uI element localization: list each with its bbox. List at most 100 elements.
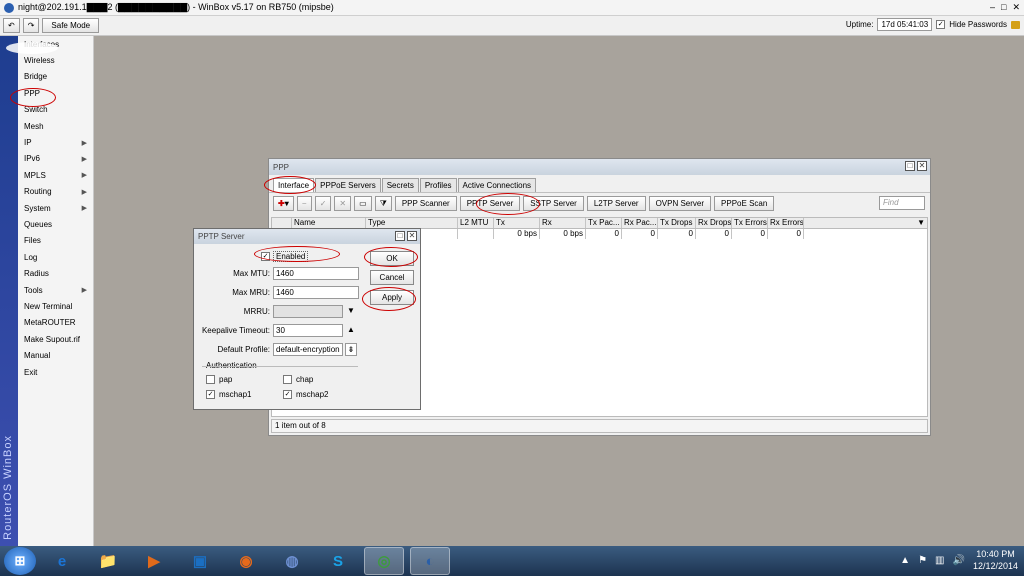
sidebar-item-label: Routing [24,187,52,197]
globe-icon[interactable]: ◍ [272,547,312,575]
sidebar-item-switch[interactable]: Switch [18,102,93,118]
safe-mode-button[interactable]: Safe Mode [42,18,100,33]
brand-text: RouterOS WinBox [2,435,14,540]
column-header-rx-drops[interactable]: Rx Drops [696,218,732,228]
pap-checkbox[interactable] [206,375,215,384]
column-chooser-icon[interactable]: ▼ [915,218,927,228]
ppp-close-button[interactable]: ✕ [917,161,927,171]
sstp-server-button[interactable]: SSTP Server [523,196,584,211]
enabled-checkbox[interactable]: ✓ [261,252,270,261]
max-mtu-field[interactable]: 1460 [273,267,359,280]
chrome-icon[interactable]: ◎ [364,547,404,575]
keepalive-up-icon[interactable]: ▲ [347,325,355,334]
sidebar-item-ppp[interactable]: PPP [18,85,93,101]
comment-icon[interactable]: ▭ [354,196,372,211]
find-input[interactable]: Find [879,196,925,210]
undo-button[interactable]: ↶ [3,18,20,33]
column-header-l2-mtu[interactable]: L2 MTU [458,218,494,228]
cancel-button[interactable]: Cancel [370,270,414,285]
sidebar-item-interfaces[interactable]: Interfaces [18,36,93,52]
column-header-rx[interactable]: Rx [540,218,586,228]
disable-icon[interactable]: ✕ [334,196,352,211]
pptp-maximize-button[interactable]: □ [395,231,405,241]
chevron-right-icon: ▶ [81,287,87,295]
l2tp-server-button[interactable]: L2TP Server [586,196,646,211]
ovpn-server-button[interactable]: OVPN Server [648,196,712,211]
minimize-button[interactable]: – [990,2,995,13]
enable-icon[interactable]: ✓ [314,196,332,211]
skype-icon[interactable]: S [318,547,358,575]
sidebar-item-routing[interactable]: Routing ▶ [18,184,93,200]
tab-secrets[interactable]: Secrets [381,178,419,192]
column-header-tx[interactable]: Tx [494,218,540,228]
close-button[interactable]: ✕ [1012,2,1020,13]
pppoe-scan-button[interactable]: PPPoE Scan [714,196,775,211]
tray-volume-icon[interactable]: 🔊 [953,555,965,566]
column-header-name[interactable]: Name [292,218,366,228]
winbox-icon[interactable]: ◐ [410,547,450,575]
default-profile-select[interactable]: default-encryption [273,343,343,356]
column-header-rx-pac[interactable]: Rx Pac... [622,218,658,228]
tab-active-connections[interactable]: Active Connections [457,178,537,192]
ppp-maximize-button[interactable]: □ [905,161,915,171]
add-icon[interactable]: ✚ ▾ [273,196,294,211]
sidebar-item-mesh[interactable]: Mesh [18,118,93,134]
sidebar-item-manual[interactable]: Manual [18,347,93,363]
sidebar-item-mpls[interactable]: MPLS ▶ [18,167,93,183]
sidebar-item-ip[interactable]: IP ▶ [18,134,93,150]
column-header-rx-errors[interactable]: Rx Errors [768,218,804,228]
sidebar-item-log[interactable]: Log [18,249,93,265]
tab-pppoe-servers[interactable]: PPPoE Servers [315,178,381,192]
redo-button[interactable]: ↷ [22,18,40,33]
tray-flag-icon[interactable]: ⚑ [918,555,927,566]
mrru-field[interactable] [273,305,343,318]
mschap1-checkbox[interactable]: ✓ [206,390,215,399]
apply-button[interactable]: Apply [370,290,414,305]
ppp-scanner-button[interactable]: PPP Scanner [394,196,457,211]
profile-dropdown-icon[interactable]: ⇟ [345,343,357,356]
clock[interactable]: 10:40 PM 12/12/2014 [973,548,1018,572]
mrru-label: MRRU: [243,307,270,316]
app-icon[interactable]: ▣ [180,547,220,575]
sidebar-item-exit[interactable]: Exit [18,364,93,380]
tray-arrow-icon[interactable]: ▲ [900,555,910,566]
file-explorer-icon[interactable]: 📁 [88,547,128,575]
column-header-type[interactable]: Type [366,218,458,228]
sidebar-item-tools[interactable]: Tools ▶ [18,282,93,298]
sidebar-item-queues[interactable]: Queues [18,216,93,232]
remove-icon[interactable]: − [296,196,312,211]
column-header-tx-drops[interactable]: Tx Drops [658,218,696,228]
sidebar-item-wireless[interactable]: Wireless [18,52,93,68]
sidebar-item-label: IPv6 [24,154,41,164]
pptp-server-button[interactable]: PPTP Server [459,196,521,211]
media-player-icon[interactable]: ▶ [134,547,174,575]
tab-interface[interactable]: Interface [273,178,315,192]
table-cell: 0 [586,229,622,239]
keepalive-field[interactable]: 30 [273,324,343,337]
sidebar-item-system[interactable]: System ▶ [18,200,93,216]
start-button[interactable]: ⊞ [4,547,36,575]
ok-button[interactable]: OK [370,251,414,266]
tab-profiles[interactable]: Profiles [419,178,457,192]
mschap2-checkbox[interactable]: ✓ [283,390,292,399]
sidebar-item-radius[interactable]: Radius [18,265,93,281]
internet-explorer-icon[interactable]: e [42,547,82,575]
chap-checkbox[interactable] [283,375,292,384]
sidebar-item-files[interactable]: Files [18,233,93,249]
column-header-tx-pac[interactable]: Tx Pac... [586,218,622,228]
tray-network-icon[interactable]: ▥ [935,555,944,566]
sidebar-item-label: New Terminal [24,301,73,311]
mrru-dropdown-icon[interactable]: ▼ [347,306,355,315]
max-mru-field[interactable]: 1460 [273,286,359,299]
hide-passwords-checkbox[interactable]: ✓ [936,20,946,29]
maximize-button[interactable]: □ [1001,2,1006,13]
column-header-tx-errors[interactable]: Tx Errors [732,218,768,228]
sidebar-item-make-supout-rif[interactable]: Make Supout.rif [18,331,93,347]
sidebar-item-ipv6[interactable]: IPv6 ▶ [18,151,93,167]
sidebar-item-new-terminal[interactable]: New Terminal [18,298,93,314]
filter-icon[interactable]: ⧩ [374,196,392,211]
sidebar-item-metarouter[interactable]: MetaROUTER [18,315,93,331]
firefox-icon[interactable]: ◉ [226,547,266,575]
sidebar-item-bridge[interactable]: Bridge [18,69,93,85]
pptp-close-button[interactable]: ✕ [407,231,417,241]
